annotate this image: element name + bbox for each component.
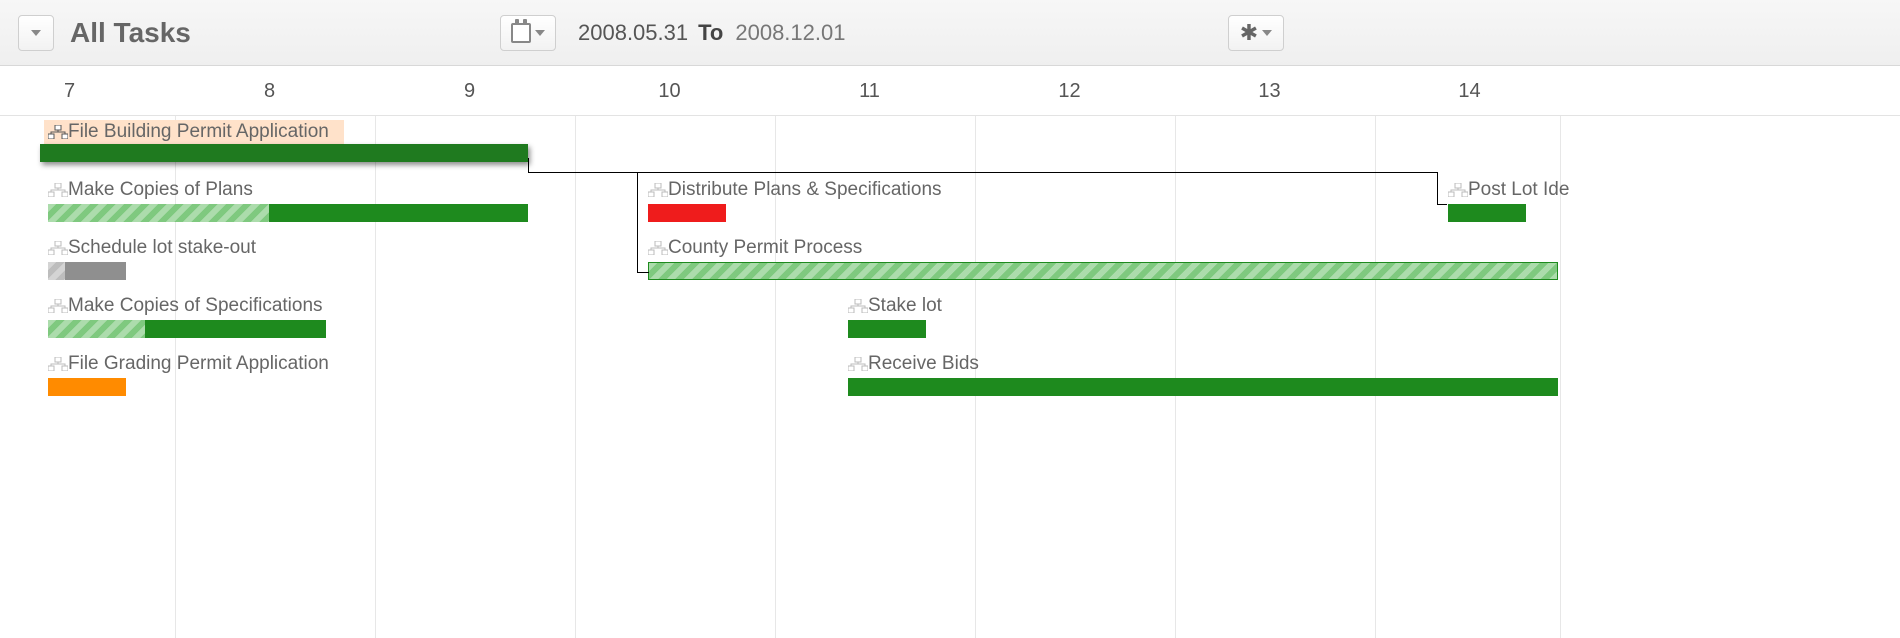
task-name: File Grading Permit Application bbox=[68, 353, 329, 375]
dependency-line bbox=[528, 172, 638, 173]
dependency-line bbox=[637, 172, 638, 272]
task-bar[interactable] bbox=[1448, 204, 1526, 222]
date-range: 2008.05.31 To 2008.12.01 bbox=[500, 15, 845, 51]
view-dropdown-button[interactable] bbox=[18, 15, 54, 51]
task-hierarchy-icon bbox=[648, 183, 668, 197]
task-hierarchy-icon bbox=[48, 299, 68, 313]
caret-down-icon bbox=[31, 30, 41, 36]
caret-down-icon bbox=[535, 30, 545, 36]
task-hierarchy-icon bbox=[848, 357, 868, 371]
task-label[interactable]: Schedule lot stake-out bbox=[48, 236, 256, 260]
timeline-col: 8 bbox=[170, 66, 370, 115]
gantt-chart[interactable]: File Building Permit Application Make Cop… bbox=[0, 116, 1900, 638]
timeline-col: 9 bbox=[370, 66, 570, 115]
timeline-col: 7 bbox=[0, 66, 170, 115]
caret-down-icon bbox=[1262, 30, 1272, 36]
task-hierarchy-icon bbox=[648, 241, 668, 255]
dependency-line bbox=[1437, 172, 1438, 204]
date-end: 2008.12.01 bbox=[735, 20, 845, 46]
timeline-col: 12 bbox=[970, 66, 1170, 115]
task-hierarchy-icon bbox=[48, 357, 68, 371]
task-bar[interactable] bbox=[48, 204, 528, 222]
task-label[interactable]: Post Lot Ide bbox=[1448, 178, 1569, 202]
settings-button[interactable]: ✱ bbox=[1228, 15, 1284, 51]
task-bar[interactable] bbox=[48, 378, 126, 396]
task-label[interactable]: Receive Bids bbox=[848, 352, 979, 376]
task-bar[interactable] bbox=[40, 144, 528, 162]
gear-icon: ✱ bbox=[1240, 20, 1258, 46]
dependency-line bbox=[637, 172, 1437, 173]
settings-wrap: ✱ bbox=[1228, 15, 1284, 51]
task-hierarchy-icon bbox=[48, 125, 68, 139]
dependency-line bbox=[1437, 204, 1447, 205]
task-name: Distribute Plans & Specifications bbox=[668, 179, 942, 201]
grid-line bbox=[1375, 116, 1376, 638]
task-name: Make Copies of Specifications bbox=[68, 295, 323, 317]
task-label[interactable]: Distribute Plans & Specifications bbox=[648, 178, 942, 202]
toolbar: All Tasks 2008.05.31 To 2008.12.01 ✱ bbox=[0, 0, 1900, 66]
task-bar[interactable] bbox=[848, 378, 1558, 396]
grid-line bbox=[975, 116, 976, 638]
timeline-header: 7891011121314 bbox=[0, 66, 1900, 116]
date-to-label: To bbox=[698, 20, 723, 46]
task-hierarchy-icon bbox=[1448, 183, 1468, 197]
task-hierarchy-icon bbox=[848, 299, 868, 313]
task-hierarchy-icon bbox=[48, 183, 68, 197]
task-name: County Permit Process bbox=[668, 237, 862, 259]
grid-line bbox=[375, 116, 376, 638]
timeline-col: 10 bbox=[570, 66, 770, 115]
task-bar[interactable] bbox=[848, 320, 926, 338]
calendar-icon bbox=[511, 23, 531, 43]
task-name: Receive Bids bbox=[868, 353, 979, 375]
task-bar[interactable] bbox=[648, 204, 726, 222]
timeline-col: 11 bbox=[770, 66, 970, 115]
task-label[interactable]: Stake lot bbox=[848, 294, 942, 318]
task-name: Stake lot bbox=[868, 295, 942, 317]
task-bar[interactable] bbox=[48, 262, 126, 280]
task-name: Schedule lot stake-out bbox=[68, 237, 256, 259]
task-label[interactable]: Make Copies of Specifications bbox=[48, 294, 323, 318]
task-bar[interactable] bbox=[48, 320, 326, 338]
dependency-line bbox=[637, 272, 649, 273]
task-label[interactable]: Make Copies of Plans bbox=[48, 178, 253, 202]
date-start: 2008.05.31 bbox=[578, 20, 688, 46]
dependency-line bbox=[528, 158, 529, 172]
task-name: Make Copies of Plans bbox=[68, 179, 253, 201]
calendar-picker-button[interactable] bbox=[500, 15, 556, 51]
task-label[interactable]: File Building Permit Application bbox=[48, 120, 329, 144]
task-label[interactable]: County Permit Process bbox=[648, 236, 862, 260]
timeline-col: 14 bbox=[1370, 66, 1570, 115]
page-title: All Tasks bbox=[70, 17, 191, 49]
task-bar[interactable] bbox=[648, 262, 1558, 280]
grid-line bbox=[575, 116, 576, 638]
task-hierarchy-icon bbox=[48, 241, 68, 255]
timeline-col: 13 bbox=[1170, 66, 1370, 115]
grid-line bbox=[1175, 116, 1176, 638]
task-name: File Building Permit Application bbox=[68, 121, 329, 143]
task-label[interactable]: File Grading Permit Application bbox=[48, 352, 329, 376]
task-name: Post Lot Ide bbox=[1468, 179, 1569, 201]
